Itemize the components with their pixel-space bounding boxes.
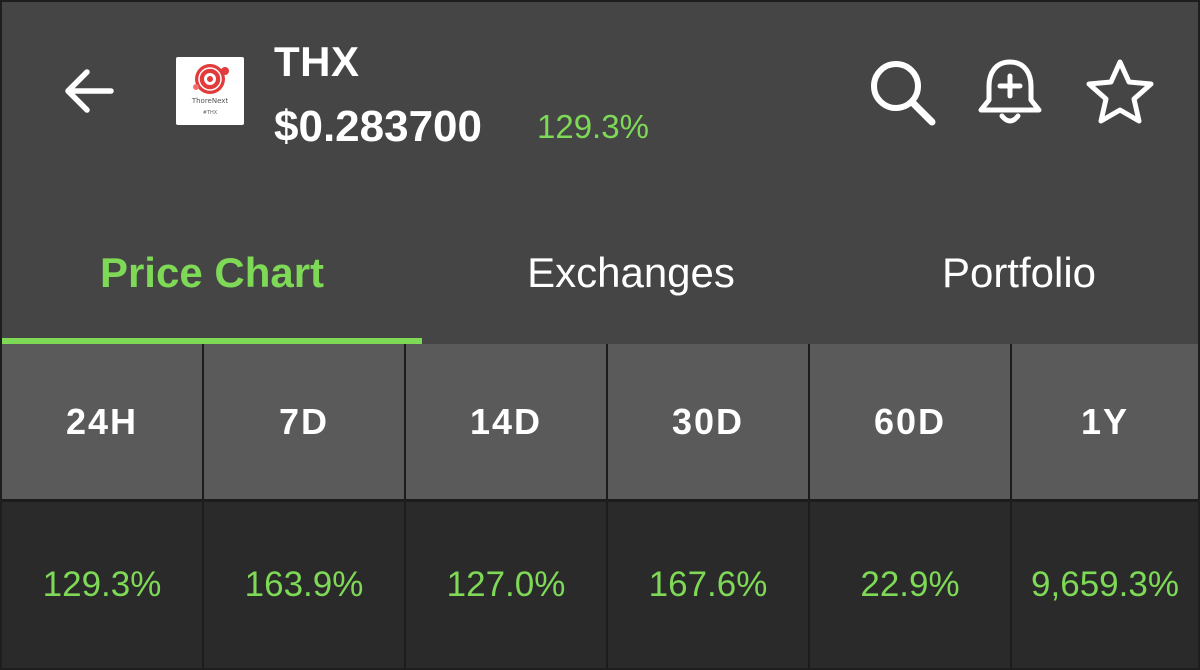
coin-header: ThoreNext #THX THX $0.283700 129.3% (2, 2, 1198, 202)
coin-logo-brand: ThoreNext (191, 97, 229, 105)
favorite-button[interactable] (1082, 54, 1158, 130)
coin-price: $0.283700 (274, 102, 482, 151)
period-change-30d: 167.6% (608, 502, 808, 668)
period-button-30d[interactable]: 30D (608, 344, 808, 499)
period-button-24h[interactable]: 24H (2, 344, 202, 499)
period-column-24h: 24H 129.3% (2, 344, 202, 668)
period-button-1y[interactable]: 1Y (1012, 344, 1198, 499)
period-change-7d: 163.9% (204, 502, 404, 668)
period-column-30d: 30D 167.6% (608, 344, 808, 668)
tab-price-chart[interactable]: Price Chart (2, 202, 422, 344)
coin-logo: ThoreNext #THX (176, 57, 244, 125)
period-button-7d[interactable]: 7D (204, 344, 404, 499)
bell-plus-icon (978, 59, 1042, 124)
search-button[interactable] (864, 54, 940, 130)
coin-symbol: THX (274, 38, 360, 85)
period-change-14d: 127.0% (406, 502, 606, 668)
tab-exchanges[interactable]: Exchanges (422, 202, 840, 344)
coin-logo-mark (193, 64, 229, 94)
back-button[interactable] (52, 54, 126, 128)
coin-tabs: Price Chart Exchanges Portfolio (2, 202, 1198, 344)
period-button-60d[interactable]: 60D (810, 344, 1010, 499)
tab-portfolio[interactable]: Portfolio (840, 202, 1198, 344)
add-price-alert-button[interactable] (972, 54, 1048, 130)
coin-price-change: 129.3% (537, 108, 649, 145)
period-column-14d: 14D 127.0% (406, 344, 606, 668)
coin-logo-ticker: #THX (202, 110, 218, 116)
period-change-24h: 129.3% (2, 502, 202, 668)
back-arrow-icon (65, 69, 114, 113)
coin-detail-screen: ThoreNext #THX THX $0.283700 129.3% Pric… (0, 0, 1200, 670)
period-change-1y: 9,659.3% (1012, 502, 1198, 668)
period-button-14d[interactable]: 14D (406, 344, 606, 499)
period-column-60d: 60D 22.9% (810, 344, 1010, 668)
period-column-7d: 7D 163.9% (204, 344, 404, 668)
period-change-table: 24H 129.3% 7D 163.9% 14D 127.0% 30D 167.… (2, 344, 1198, 668)
period-change-60d: 22.9% (810, 502, 1010, 668)
star-icon (1086, 59, 1154, 124)
period-column-1y: 1Y 9,659.3% (1012, 344, 1198, 668)
search-icon (871, 61, 936, 126)
